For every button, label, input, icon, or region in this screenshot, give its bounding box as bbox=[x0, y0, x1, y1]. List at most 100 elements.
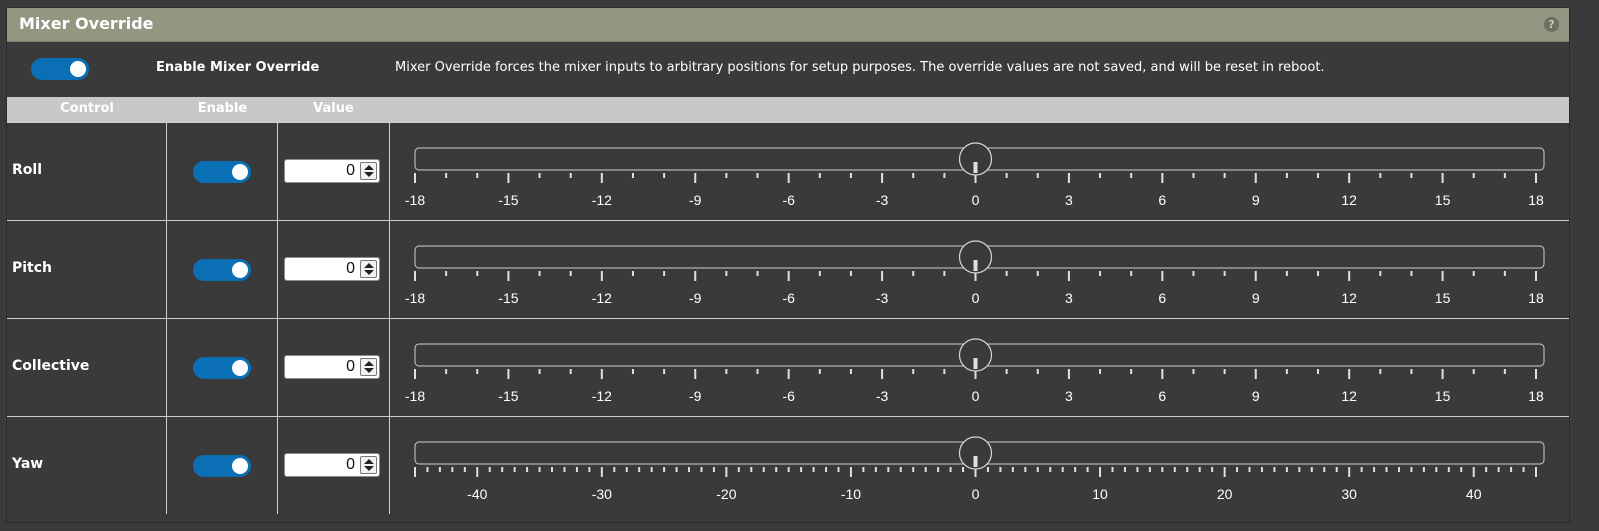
enable-mixer-override-toggle[interactable] bbox=[31, 58, 89, 80]
slider-minor-tick bbox=[631, 173, 634, 178]
slider-minor-tick bbox=[1497, 467, 1500, 472]
column-divider bbox=[277, 221, 278, 318]
slider-minor-tick bbox=[1005, 369, 1008, 374]
spin-up-icon[interactable] bbox=[364, 459, 374, 464]
slider-minor-tick bbox=[1036, 271, 1039, 276]
header-value: Value bbox=[313, 101, 354, 116]
slider-minor-tick bbox=[825, 467, 828, 472]
slider-minor-tick bbox=[1099, 271, 1102, 276]
panel-header: Mixer Override ? bbox=[7, 8, 1569, 42]
roll-value-input[interactable]: 0 bbox=[284, 159, 380, 183]
slider-minor-tick bbox=[1192, 173, 1195, 178]
slider-minor-tick bbox=[1379, 271, 1382, 276]
slider-minor-tick bbox=[1036, 467, 1039, 472]
spinner-arrows-icon[interactable] bbox=[360, 260, 377, 278]
slider-tick-label: -12 bbox=[592, 290, 612, 306]
slider-minor-tick bbox=[1236, 467, 1239, 472]
slider-major-tick bbox=[849, 467, 852, 477]
slider-major-tick bbox=[725, 467, 728, 477]
slider-major-tick bbox=[1161, 173, 1164, 183]
slider-minor-tick bbox=[1192, 271, 1195, 276]
slider-major-tick bbox=[1348, 467, 1351, 477]
spin-up-icon[interactable] bbox=[364, 263, 374, 268]
slider-minor-tick bbox=[488, 467, 491, 472]
slider-minor-tick bbox=[800, 467, 803, 472]
slider-major-tick bbox=[1441, 369, 1444, 379]
slider-major-tick bbox=[414, 271, 416, 281]
help-icon[interactable]: ? bbox=[1544, 17, 1559, 32]
slider-minor-tick bbox=[613, 467, 616, 472]
spinner-arrows-icon[interactable] bbox=[360, 162, 377, 180]
slider-major-tick bbox=[507, 271, 510, 281]
slider-minor-tick bbox=[1373, 467, 1376, 472]
value-text: 0 bbox=[346, 260, 355, 277]
slider-tick-label: -18 bbox=[405, 290, 425, 306]
slider-minor-tick bbox=[1485, 467, 1488, 472]
yaw-slider[interactable]: -40 -30 -20 -10 0 10 20 30 40 bbox=[390, 417, 1569, 514]
slider-minor-tick bbox=[445, 173, 448, 178]
slider-minor-tick bbox=[575, 467, 578, 472]
slider-minor-tick bbox=[1099, 173, 1102, 178]
column-divider bbox=[166, 123, 167, 220]
collective-slider[interactable]: -18 -15 -12 -9 -6 -3 0 3 6 9 12 15 18 bbox=[390, 319, 1569, 416]
slider-minor-tick bbox=[1192, 369, 1195, 374]
slider-tick-label: -3 bbox=[876, 388, 889, 404]
pitch-slider[interactable]: -18 -15 -12 -9 -6 -3 0 3 6 9 12 15 18 bbox=[390, 221, 1569, 318]
slider-minor-tick bbox=[1223, 271, 1226, 276]
slider-major-tick bbox=[414, 369, 416, 379]
slider-minor-tick bbox=[912, 271, 915, 276]
slider-minor-tick bbox=[1186, 467, 1189, 472]
slider-major-tick bbox=[1472, 467, 1475, 477]
yaw-enable-toggle[interactable] bbox=[193, 455, 251, 477]
spin-down-icon[interactable] bbox=[364, 368, 374, 373]
slider-minor-tick bbox=[1410, 467, 1413, 472]
slider-minor-tick bbox=[1379, 369, 1382, 374]
slider-tick-label: -15 bbox=[498, 290, 518, 306]
slider-value-marker bbox=[973, 162, 978, 173]
toggle-knob bbox=[232, 262, 248, 278]
slider-minor-tick bbox=[1410, 173, 1413, 178]
slider-minor-tick bbox=[874, 467, 877, 472]
slider-minor-tick bbox=[1123, 467, 1126, 472]
slider-minor-tick bbox=[1435, 467, 1438, 472]
slider-minor-tick bbox=[1310, 467, 1313, 472]
slider-minor-tick bbox=[663, 271, 666, 276]
slider-minor-tick bbox=[501, 467, 504, 472]
collective-value-input[interactable]: 0 bbox=[284, 355, 380, 379]
slider-tick-label: 3 bbox=[1065, 192, 1073, 208]
pitch-value-input[interactable]: 0 bbox=[284, 257, 380, 281]
slider-tick-label: -12 bbox=[592, 388, 612, 404]
slider-minor-tick bbox=[445, 369, 448, 374]
slider-tick-label: -3 bbox=[876, 192, 889, 208]
pitch-enable-toggle[interactable] bbox=[193, 259, 251, 281]
slider-minor-tick bbox=[862, 467, 865, 472]
column-divider bbox=[277, 319, 278, 416]
slider-minor-tick bbox=[631, 369, 634, 374]
spinner-arrows-icon[interactable] bbox=[360, 456, 377, 474]
slider-major-tick bbox=[1535, 173, 1537, 183]
slider-minor-tick bbox=[1522, 467, 1525, 472]
spin-down-icon[interactable] bbox=[364, 466, 374, 471]
slider-graphic: -40 -30 -20 -10 0 10 20 30 40 bbox=[414, 436, 1545, 502]
slider-minor-tick bbox=[1111, 467, 1114, 472]
spin-up-icon[interactable] bbox=[364, 361, 374, 366]
slider-minor-tick bbox=[1005, 173, 1008, 178]
spin-down-icon[interactable] bbox=[364, 172, 374, 177]
slider-major-tick bbox=[1254, 173, 1257, 183]
slider-major-tick bbox=[1535, 271, 1537, 281]
slider-minor-tick bbox=[1061, 467, 1064, 472]
spin-down-icon[interactable] bbox=[364, 270, 374, 275]
slider-tick-label: -15 bbox=[498, 192, 518, 208]
collective-enable-toggle[interactable] bbox=[193, 357, 251, 379]
yaw-value-input[interactable]: 0 bbox=[284, 453, 380, 477]
slider-minor-tick bbox=[476, 173, 479, 178]
roll-enable-toggle[interactable] bbox=[193, 161, 251, 183]
slider-minor-tick bbox=[937, 467, 940, 472]
slider-minor-tick bbox=[1447, 467, 1450, 472]
spinner-arrows-icon[interactable] bbox=[360, 358, 377, 376]
table-header: Control Enable Value bbox=[7, 97, 1569, 122]
spin-up-icon[interactable] bbox=[364, 165, 374, 170]
roll-slider[interactable]: -18 -15 -12 -9 -6 -3 0 3 6 9 12 15 18 bbox=[390, 123, 1569, 220]
slider-tick-label: 15 bbox=[1435, 290, 1451, 306]
slider-minor-tick bbox=[1136, 467, 1139, 472]
